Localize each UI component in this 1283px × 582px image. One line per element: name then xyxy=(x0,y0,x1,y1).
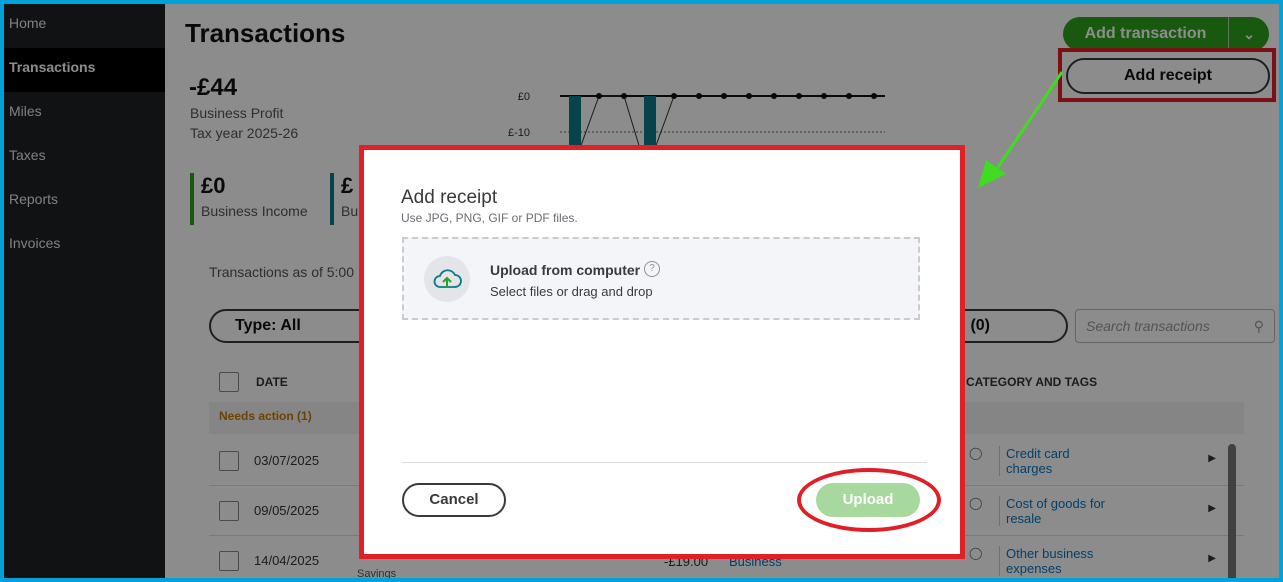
cloud-upload-icon xyxy=(424,256,470,302)
add-receipt-modal: Add receipt Use JPG, PNG, GIF or PDF fil… xyxy=(359,145,965,559)
upload-subtitle: Select files or drag and drop xyxy=(490,284,653,299)
cancel-button[interactable]: Cancel xyxy=(402,483,506,517)
modal-subtitle: Use JPG, PNG, GIF or PDF files. xyxy=(401,211,578,225)
upload-button-highlight xyxy=(797,468,941,532)
arrow-annotation-icon xyxy=(978,71,1064,188)
modal-divider xyxy=(402,462,927,463)
help-icon[interactable]: ? xyxy=(644,261,660,277)
upload-drop-zone[interactable]: Upload from computer ? Select files or d… xyxy=(402,237,920,320)
app-frame: Home Transactions Miles Taxes Reports In… xyxy=(4,4,1279,578)
upload-from-computer-title[interactable]: Upload from computer xyxy=(490,262,640,278)
modal-title: Add receipt xyxy=(401,187,498,208)
